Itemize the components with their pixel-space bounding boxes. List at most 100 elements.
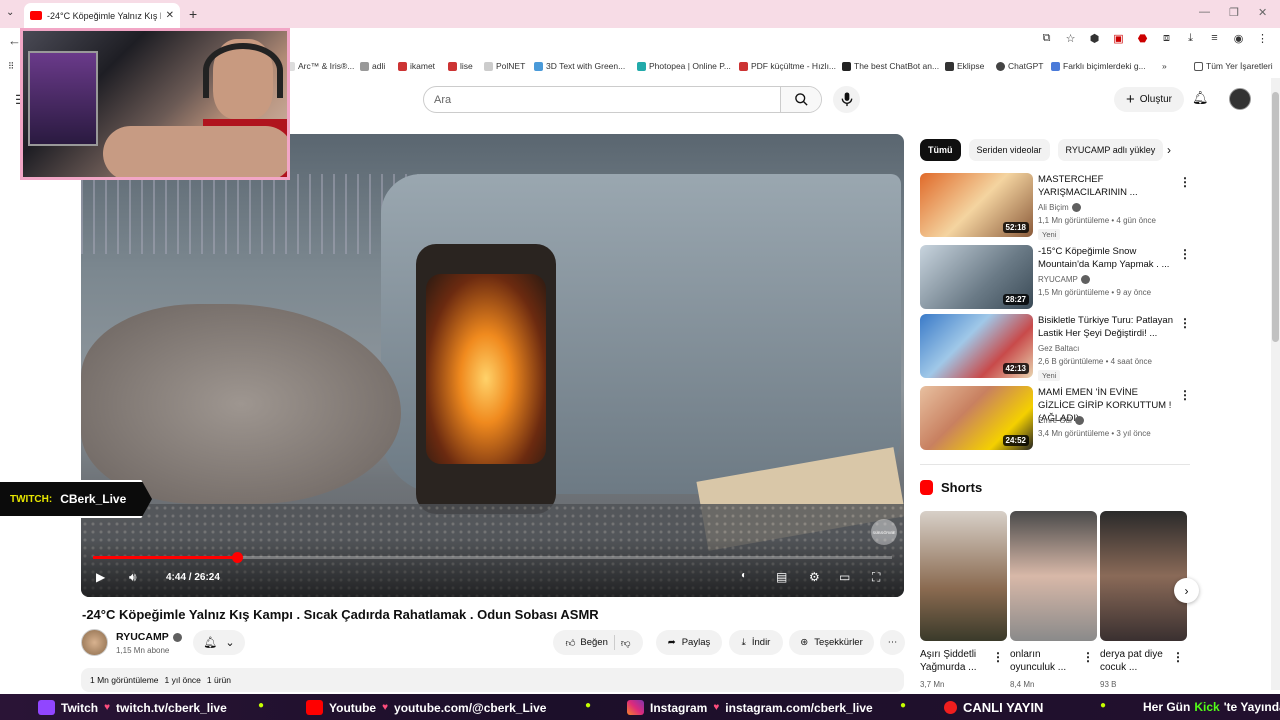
search-input[interactable]: [424, 87, 780, 112]
share-button[interactable]: ➦ Paylaş: [656, 630, 722, 655]
short-thumbnail[interactable]: [920, 511, 1007, 641]
progress-bar[interactable]: [93, 552, 892, 563]
notifications-bell-icon[interactable]: 🔔︎: [1192, 90, 1209, 106]
more-vert-icon[interactable]: ⋮: [1172, 650, 1184, 664]
description-box[interactable]: 1 Mn görüntüleme 1 yıl önce 1 ürün: [81, 668, 904, 692]
channel-name[interactable]: RYUCAMP: [116, 631, 182, 643]
voice-search-button[interactable]: [833, 86, 860, 113]
profile-icon[interactable]: ◉: [1231, 32, 1246, 47]
recommendation-item[interactable]: 52:18 MASTERCHEF YARIŞMACILARININ ... Al…: [920, 173, 1191, 240]
short-title[interactable]: derya pat diye cocuk ...: [1100, 648, 1170, 674]
bookmark-item[interactable]: adli: [360, 61, 385, 71]
bookmark-star-icon[interactable]: ☆: [1063, 32, 1078, 47]
all-bookmarks-item[interactable]: Tüm Yer İşaretleri: [1194, 61, 1273, 71]
video-player[interactable]: SUBSCRIBE ▶ 🔊︎ 4:44 / 26:24 ◐ ▤ ⚙ ▭ ⛶: [81, 134, 904, 597]
bookmark-item[interactable]: PolNET: [484, 61, 525, 71]
more-vert-icon[interactable]: ⋮: [1082, 650, 1094, 664]
recommendation-item[interactable]: 42:13 Bisikletle Türkiye Turu: Patlayan …: [920, 314, 1191, 381]
create-button[interactable]: + Oluştur: [1114, 87, 1184, 112]
playlist-icon[interactable]: ≡: [1207, 32, 1222, 47]
page-scrollbar[interactable]: [1271, 78, 1280, 690]
extension-icon[interactable]: ⬢: [1087, 32, 1102, 47]
bookmark-item[interactable]: Arc™ & Iris®...: [286, 61, 354, 71]
recommendation-item[interactable]: 28:27 -15°C Köpeğimle Snow Mountain'da K…: [920, 245, 1191, 309]
bookmark-item[interactable]: 3D Text with Green...: [534, 61, 625, 71]
more-actions-button[interactable]: ⋯: [880, 630, 905, 655]
scrollbar-thumb[interactable]: [1272, 92, 1279, 342]
shorts-next-button[interactable]: ›: [1174, 578, 1199, 603]
short-thumbnail[interactable]: [1010, 511, 1097, 641]
bookmark-item[interactable]: PDF küçültme - Hızlı...: [739, 61, 836, 71]
more-vert-icon[interactable]: ⋮: [1179, 316, 1191, 330]
fullscreen-icon[interactable]: ⛶: [872, 570, 880, 585]
settings-icon[interactable]: ⚙: [809, 570, 820, 584]
subtitles-icon[interactable]: ▤: [776, 570, 787, 584]
bookmark-item[interactable]: Eklipse: [945, 61, 984, 71]
download-button[interactable]: ⤓ İndir: [729, 630, 783, 655]
search-button[interactable]: [780, 87, 821, 112]
pdf-extension-icon[interactable]: ▣: [1111, 32, 1126, 47]
ticker-youtube-url: youtube.com/@cberk_Live: [394, 700, 547, 715]
more-vert-icon[interactable]: ⋮: [992, 650, 1004, 664]
more-vert-icon[interactable]: ⋮: [1179, 247, 1191, 261]
bookmark-item[interactable]: ChatGPT: [996, 61, 1043, 71]
short-thumbnail[interactable]: [1100, 511, 1187, 641]
autoplay-toggle[interactable]: ◐: [741, 570, 747, 581]
chip-all[interactable]: Tümü: [920, 139, 961, 161]
minimize-icon[interactable]: —: [1199, 6, 1210, 18]
video-thumbnail[interactable]: 42:13: [920, 314, 1033, 378]
recommendation-item[interactable]: 24:52 MAMİ EMEN 'İN EVİNE GİZLİCE GİRİP …: [920, 386, 1191, 450]
account-avatar[interactable]: [1229, 88, 1251, 110]
bookmark-item[interactable]: Photopea | Online P...: [637, 61, 731, 71]
more-vert-icon[interactable]: ⋮: [1179, 175, 1191, 189]
apps-icon[interactable]: ⠿: [8, 61, 14, 72]
more-vert-icon[interactable]: ⋮: [1179, 388, 1191, 402]
recommendation-title[interactable]: -15°C Köpeğimle Snow Mountain'da Kamp Ya…: [1038, 245, 1173, 271]
progress-scrubber[interactable]: [231, 552, 243, 563]
recommendation-channel[interactable]: RYUCAMP: [1038, 275, 1090, 284]
short-title[interactable]: Aşırı Şiddetli Yağmurda ...: [920, 648, 990, 674]
more-bookmarks-button[interactable]: »: [1162, 61, 1167, 71]
play-icon[interactable]: ▶: [96, 570, 105, 584]
chip-uploader[interactable]: RYUCAMP adlı yükley: [1057, 139, 1164, 161]
recommendation-title[interactable]: MASTERCHEF YARIŞMACILARININ ...: [1038, 173, 1173, 199]
video-thumbnail[interactable]: 28:27: [920, 245, 1033, 309]
subscription-bell-button[interactable]: 🔔︎ ⌄: [193, 630, 245, 655]
volume-icon[interactable]: 🔊︎: [129, 570, 137, 585]
recommendation-title[interactable]: Bisikletle Türkiye Turu: Patlayan Lastik…: [1038, 314, 1173, 340]
recommendation-channel[interactable]: Emre Gül: [1038, 416, 1084, 425]
bookmark-item[interactable]: The best ChatBot an...: [842, 61, 939, 71]
puzzle-icon[interactable]: ⧈: [1159, 32, 1174, 47]
channel-avatar[interactable]: [81, 629, 108, 656]
restore-icon[interactable]: ❐: [1229, 6, 1239, 19]
search-icon: [794, 93, 808, 106]
adblock-icon[interactable]: ⬣: [1135, 32, 1150, 47]
chevron-right-icon[interactable]: ›: [1167, 143, 1171, 157]
verified-icon: [1074, 416, 1084, 425]
extension-toolbar: ⧉ ☆ ⬢ ▣ ⬣ ⧈ ⤓ ≡ ◉ ⋮: [1039, 32, 1280, 47]
install-icon[interactable]: ⧉: [1039, 32, 1054, 47]
close-window-icon[interactable]: ✕: [1258, 6, 1267, 19]
chip-series[interactable]: Seriden videolar: [968, 139, 1050, 161]
like-button[interactable]: 👍︎ Beğen: [565, 637, 607, 649]
miniplayer-icon[interactable]: ▭: [839, 570, 850, 584]
video-thumbnail[interactable]: 52:18: [920, 173, 1033, 237]
recommendation-channel[interactable]: Gez Baltacı: [1038, 344, 1079, 353]
recommendation-channel[interactable]: Ali Biçim: [1038, 203, 1081, 212]
menu-icon[interactable]: ⋮: [1255, 32, 1270, 47]
download-icon[interactable]: ⤓: [1183, 32, 1198, 47]
thanks-button[interactable]: ⊛ Teşekkürler: [789, 630, 874, 655]
youtube-favicon-icon: [30, 11, 42, 20]
download-label: İndir: [751, 637, 771, 648]
bookmark-item[interactable]: ikamet: [398, 61, 435, 71]
video-thumbnail[interactable]: 24:52: [920, 386, 1033, 450]
dislike-button[interactable]: 👎︎: [621, 637, 631, 649]
close-tab-icon[interactable]: ✕: [166, 10, 174, 21]
short-title[interactable]: onların oyunculuk ...: [1010, 648, 1080, 674]
bookmark-favicon-icon: [996, 61, 1005, 71]
new-tab-icon[interactable]: +: [189, 6, 197, 22]
tab-list-icon[interactable]: ⌄: [6, 7, 14, 18]
bookmark-item[interactable]: lise: [448, 61, 473, 71]
browser-tab[interactable]: -24°C Köpeğimle Yalnız Kış Kamp ✕: [24, 3, 180, 28]
bookmark-item[interactable]: Farklı biçimlerdeki g...: [1051, 61, 1146, 71]
